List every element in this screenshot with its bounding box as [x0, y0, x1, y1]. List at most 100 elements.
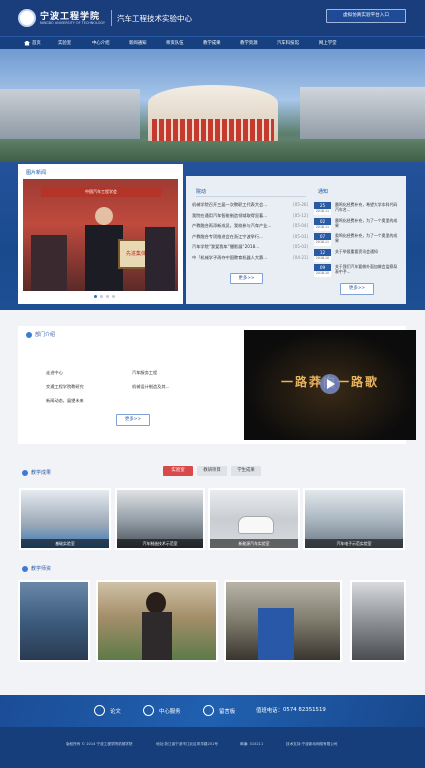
teachers-title[interactable]: 教学师资	[22, 565, 51, 572]
photo-person-right	[145, 227, 175, 291]
carousel-dot[interactable]	[106, 295, 109, 298]
nav-item-labs[interactable]: 实验室	[58, 37, 92, 50]
intro-link[interactable]: 交通工程学院教研究	[46, 384, 84, 390]
intro-link[interactable]: 新闻动态，展望未来	[46, 398, 84, 404]
picture-news-panel: 图片新闻 中国汽车工程学会 先进集体	[18, 164, 183, 304]
virtual-lab-entry-button[interactable]: 虚拟仿真实验平台入口	[326, 9, 406, 23]
play-triangle	[327, 379, 335, 389]
teacher-photo-1[interactable]	[18, 580, 90, 662]
intro-link[interactable]: 汽车服务工程	[132, 370, 157, 376]
hero-building-left	[0, 89, 140, 139]
teacher-overall	[258, 608, 294, 660]
footer-links-bar: 论文 中心服务 留言板 值班电话： 0574 82351519	[0, 695, 425, 727]
footer-link-service[interactable]: 中心服务	[143, 705, 181, 716]
nav-item-resources[interactable]: 教学资源	[240, 37, 277, 50]
dynamics-rule	[196, 196, 306, 197]
teachers-icon	[22, 565, 28, 572]
site-name: 汽车工程技术实验中心	[117, 14, 192, 23]
achievements-icon	[22, 469, 28, 476]
photo-person-head	[95, 207, 113, 225]
nav-item-news[interactable]: 新闻通知	[129, 37, 166, 50]
paper-icon	[94, 705, 105, 716]
photo-person-left	[31, 235, 67, 291]
photo-caption: 新能源汽车实验室	[210, 539, 298, 548]
notice-date: 25 2018.11	[314, 202, 331, 215]
tab-research[interactable]: 教研项目	[197, 466, 227, 476]
notices-list: 25 2018.11 晨鸣化经费补充，希望大学本科代码汽车名... 02 2018.…	[314, 202, 402, 280]
intro-link[interactable]: 走进中心	[46, 370, 63, 376]
list-item[interactable]: 25 2018.11 晨鸣化经费补充，希望大学本科代码汽车名...	[314, 202, 402, 218]
list-item[interactable]: 12 2018.10 关于举报重要资讯会通知	[314, 248, 402, 265]
tab-student[interactable]: 学生成果	[231, 466, 261, 476]
hero-building-facade	[152, 119, 274, 141]
list-item[interactable]: 02 2018.11 晨鸣化经费补充，为了一个奥里的成果	[314, 217, 402, 234]
footer-link-papers[interactable]: 论文	[94, 705, 121, 716]
achievements-title[interactable]: 教学成果	[22, 469, 51, 476]
list-item[interactable]: 07 2018.11 奥鸣化经费补充，为了一个奥里的成果	[314, 233, 402, 249]
picture-news-photo[interactable]: 中国汽车工程学会 先进集体	[23, 179, 178, 291]
intro-video[interactable]: 一路莽向一路歌	[244, 330, 416, 440]
nav-item-faculty[interactable]: 师资队伍	[166, 37, 203, 50]
message-icon	[203, 705, 214, 716]
list-item[interactable]: 产教融合再添新成员，我校参与汽车产业... [05-04]	[192, 223, 308, 234]
teacher-hair	[146, 592, 166, 614]
nav-item-auto-museum[interactable]: 汽车科技馆	[277, 37, 319, 50]
school-name-en: NINGBO UNIVERSITY OF TECHNOLOGY	[40, 21, 105, 25]
intro-icon	[26, 331, 32, 338]
nav-item-online-class[interactable]: 网上学堂	[319, 37, 356, 50]
main-nav: 首页 实验室 中心介绍 新闻通知 师资队伍 教学成果 教学资源 汽车科技馆 网上…	[0, 36, 425, 49]
photo-caption: 汽车电子示范实验室	[305, 539, 403, 548]
copyright-text: 版权所有 © 2014 宁波工程学院机械学院	[66, 742, 133, 746]
notices-title[interactable]: 通知	[318, 188, 328, 195]
footer-link-messages[interactable]: 留言板	[203, 705, 235, 716]
hero-banner-image	[0, 49, 425, 162]
nav-item-achievements[interactable]: 教学成果	[203, 37, 240, 50]
address-text: 地址:浙江省宁波市江北区风华路201号	[156, 742, 218, 746]
notice-date: 09 2018.10	[314, 264, 331, 277]
list-item[interactable]: 中「机械学子再夺中国教育机器人大赛... [04-21]	[192, 255, 308, 266]
picture-news-title[interactable]: 图片新闻	[26, 169, 46, 176]
intro-link[interactable]: 机械设计制造及其...	[132, 384, 170, 390]
photo-banner: 中国汽车工程学会	[41, 187, 161, 197]
photo-caption: 基础实验室	[21, 539, 109, 548]
teacher-body	[142, 612, 172, 660]
list-item[interactable]: 产教融合专项推进会在浙江宁波举行... [05-03]	[192, 234, 308, 245]
site-header: 宁波工程学院 NINGBO UNIVERSITY OF TECHNOLOGY 汽…	[0, 0, 425, 36]
nav-item-center-intro[interactable]: 中心介绍	[92, 37, 129, 50]
play-button-icon[interactable]	[320, 374, 340, 394]
carousel-dot[interactable]	[112, 295, 115, 298]
teacher-photo-4[interactable]	[350, 580, 406, 662]
achievement-photo-1[interactable]: 基础实验室	[19, 488, 111, 550]
achievement-photo-3[interactable]: 新能源汽车实验室	[208, 488, 300, 550]
notice-date: 07 2018.11	[314, 233, 331, 246]
dynamics-more-button[interactable]: 更多>>	[230, 273, 263, 284]
intro-more-button[interactable]: 更多>>	[116, 414, 150, 426]
achievement-photo-2[interactable]: 汽车制造技术示范室	[115, 488, 205, 550]
dynamics-list: 机械学院召开三届一次教职工代表大会... [05-26] 我院在通用汽车智能制造领…	[192, 202, 308, 265]
postcode-text: 邮编: 315211	[240, 742, 264, 746]
notice-date: 02 2018.11	[314, 217, 331, 231]
teacher-photo-2[interactable]	[96, 580, 218, 662]
school-logo[interactable]	[18, 9, 36, 27]
notices-more-button[interactable]: 更多>>	[340, 283, 374, 295]
carousel-dot[interactable]	[94, 295, 97, 298]
achievement-photo-4[interactable]: 汽车电子示范实验室	[303, 488, 405, 550]
intro-title[interactable]: 部门介绍	[26, 331, 55, 338]
tab-labs[interactable]: 实验室	[163, 466, 193, 476]
carousel-dots	[94, 295, 115, 298]
dynamics-title[interactable]: 院动	[196, 188, 206, 195]
home-icon	[24, 40, 30, 46]
list-item[interactable]: 机械学院召开三届一次教职工代表大会... [05-26]	[192, 202, 308, 213]
nav-item-home[interactable]: 首页	[24, 37, 58, 50]
teacher-photo-3[interactable]	[224, 580, 342, 662]
footer-copyright-bar: 版权所有 © 2014 宁波工程学院机械学院 地址:浙江省宁波市江北区风华路20…	[0, 727, 425, 768]
tech-support-text: 技术支持:宁波新动网络有限公司	[286, 742, 338, 746]
header-divider	[111, 10, 112, 26]
hero-building-right	[300, 87, 425, 139]
list-item[interactable]: 汽车学院“我爱我车”摄影展“2018... [05-03]	[192, 244, 308, 255]
list-item[interactable]: 我院在通用汽车智能制造领域取得显著... [05-12]	[192, 213, 308, 224]
carousel-dot[interactable]	[100, 295, 103, 298]
hero-lawn	[0, 141, 425, 162]
list-item[interactable]: 09 2018.10 关于我们汽车要做外面加做会监察局表中予...	[314, 264, 402, 280]
notice-date: 12 2018.10	[314, 248, 331, 262]
